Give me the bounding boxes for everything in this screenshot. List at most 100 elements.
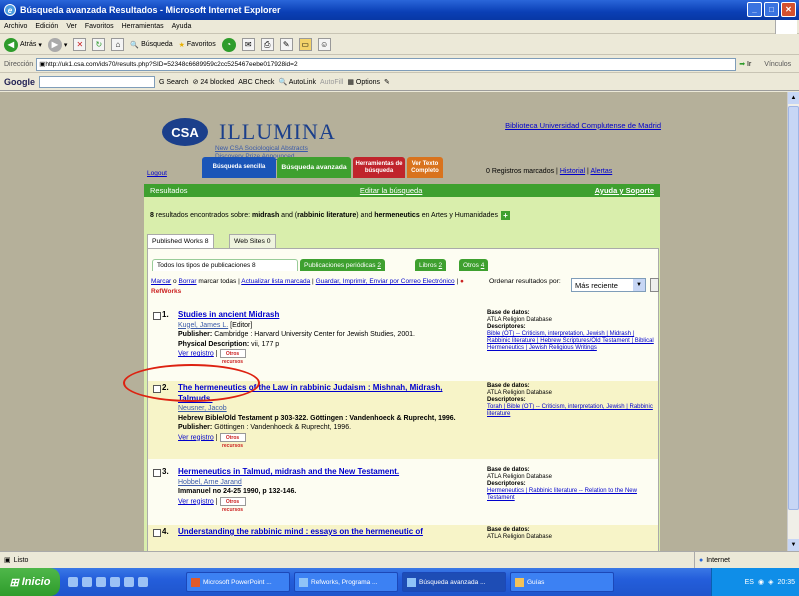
- tab-publicaciones-count[interactable]: 2: [377, 262, 381, 269]
- other-resources-button[interactable]: Otros recursos: [219, 349, 246, 365]
- pencil-icon[interactable]: ✎: [384, 78, 390, 86]
- tab-otros-count[interactable]: 4: [481, 262, 485, 269]
- history-icon[interactable]: ◔: [221, 37, 236, 52]
- history-link[interactable]: Historial: [560, 168, 585, 175]
- tab-ver-texto-completo[interactable]: Ver Texto Completo: [407, 157, 443, 178]
- plus-icon[interactable]: +: [500, 211, 510, 220]
- borrar-link[interactable]: Borrar: [178, 278, 196, 285]
- view-record-link[interactable]: Ver registro: [178, 434, 214, 441]
- messenger-icon[interactable]: ☺: [317, 38, 331, 51]
- popup-blocked-button[interactable]: ⊘ 24 blocked: [193, 78, 235, 86]
- links-label[interactable]: Vínculos: [764, 61, 791, 68]
- autolink-button[interactable]: 🔍 AutoLink: [278, 78, 316, 86]
- quick-launch-icon[interactable]: [68, 577, 78, 587]
- sort-go-button[interactable]: [650, 278, 659, 292]
- quick-launch-icon[interactable]: [110, 577, 120, 587]
- vertical-scrollbar[interactable]: ▲ ▼: [787, 92, 799, 551]
- record-author-link[interactable]: Neusner, Jacob: [178, 405, 227, 412]
- tray-icon[interactable]: ◈: [768, 578, 773, 586]
- maximize-button[interactable]: □: [764, 2, 779, 17]
- scroll-down-icon[interactable]: ▼: [788, 539, 799, 551]
- view-record-link[interactable]: Ver registro: [178, 498, 214, 505]
- quick-launch-icon[interactable]: [138, 577, 148, 587]
- logout-link[interactable]: Logout: [147, 170, 167, 177]
- refresh-icon[interactable]: ↻: [92, 38, 106, 51]
- other-resources-button[interactable]: Otros recursos: [219, 496, 246, 513]
- help-link[interactable]: Ayuda y Soporte: [595, 186, 654, 195]
- record-title-link[interactable]: The hermeneutics of the Law in rabbinic …: [178, 383, 443, 403]
- tab-busqueda-sencilla[interactable]: Búsqueda sencilla: [202, 157, 276, 178]
- language-indicator[interactable]: ES: [745, 579, 754, 586]
- tab-otros[interactable]: Otros 4: [459, 259, 489, 271]
- sort-select[interactable]: Más reciente ▼: [571, 278, 646, 292]
- forward-button[interactable]: ▶ ▾: [47, 37, 67, 52]
- taskbar-item-guias[interactable]: Guías: [510, 572, 614, 592]
- menu-herramientas[interactable]: Herramientas: [122, 23, 164, 30]
- quick-launch-icon[interactable]: [82, 577, 92, 587]
- spell-check-button[interactable]: ABC Check: [238, 79, 274, 86]
- descriptors-links[interactable]: Bible (OT) -- Criticism, interpretation,…: [487, 331, 654, 351]
- view-record-link[interactable]: Ver registro: [178, 350, 214, 357]
- quick-launch-icon[interactable]: [96, 577, 106, 587]
- taskbar-item-refworks[interactable]: Refworks, Programa ...: [294, 572, 398, 592]
- quick-launch-icon[interactable]: [124, 577, 134, 587]
- scroll-thumb[interactable]: [788, 106, 799, 510]
- descriptors-links[interactable]: Hermeneutics | Rabbinic literature -- Re…: [487, 488, 637, 501]
- taskbar-item-busqueda[interactable]: Búsqueda avanzada ...: [402, 572, 506, 592]
- edit-search-link[interactable]: Editar la búsqueda: [360, 186, 423, 195]
- record-checkbox[interactable]: [153, 469, 161, 477]
- actualizar-link[interactable]: Actualizar lista marcada: [241, 278, 310, 285]
- record-title-link[interactable]: Studies in ancient Midrash: [178, 310, 279, 319]
- record-title-link[interactable]: Understanding the rabbinic mind : essays…: [178, 527, 423, 536]
- record-author-link[interactable]: Hobbel, Arne Jarand: [178, 479, 242, 486]
- other-resources-button[interactable]: Otros recursos: [219, 432, 246, 449]
- start-button[interactable]: ⊞ Inicio: [0, 568, 60, 596]
- edit-icon[interactable]: ✎: [279, 38, 293, 51]
- guardar-link[interactable]: Guardar, Imprimir, Enviar por Correo Ele…: [316, 278, 455, 285]
- taskbar-item-powerpoint[interactable]: Microsoft PowerPoint ...: [186, 572, 290, 592]
- google-search-button[interactable]: G Search: [159, 79, 189, 86]
- autofill-button[interactable]: AutoFill: [320, 79, 343, 86]
- descriptors-links[interactable]: Torah | Bible (OT) -- Criticism, interpr…: [487, 404, 653, 417]
- tab-published-works[interactable]: Published Works 8: [147, 234, 214, 248]
- record-title-link[interactable]: Hermeneutics in Talmud, midrash and the …: [178, 467, 399, 476]
- library-link[interactable]: Biblioteca Universidad Complutense de Ma…: [505, 121, 661, 130]
- folder-icon[interactable]: ▭: [298, 38, 312, 51]
- google-search-input[interactable]: [39, 76, 155, 88]
- back-button[interactable]: ◀ Atrás ▾: [4, 37, 42, 52]
- record-checkbox[interactable]: [153, 385, 161, 393]
- alerts-link[interactable]: Alertas: [590, 168, 612, 175]
- go-button[interactable]: ➡ Ir: [739, 60, 751, 68]
- search-button[interactable]: 🔍 Búsqueda: [130, 41, 172, 49]
- menu-ver[interactable]: Ver: [66, 23, 77, 30]
- options-button[interactable]: ▦ Options: [347, 78, 380, 86]
- tab-busqueda-avanzada[interactable]: Búsqueda avanzada: [277, 157, 351, 178]
- tab-todos[interactable]: Todos los tipos de publicaciones 8: [152, 259, 298, 271]
- marcar-link[interactable]: Marcar: [151, 278, 171, 285]
- tab-libros-count[interactable]: 2: [439, 262, 443, 269]
- tab-web-sites[interactable]: Web Sites 0: [229, 234, 276, 248]
- scroll-up-icon[interactable]: ▲: [788, 92, 799, 104]
- tray-icon[interactable]: ◉: [758, 578, 764, 586]
- menu-archivo[interactable]: Archivo: [4, 23, 27, 30]
- menu-edicion[interactable]: Edición: [35, 23, 58, 30]
- record-checkbox[interactable]: [153, 312, 161, 320]
- minimize-button[interactable]: _: [747, 2, 762, 17]
- marcar-todas-link[interactable]: marcar todas: [198, 278, 236, 285]
- tab-publicaciones[interactable]: Publicaciones periódicas 2: [300, 259, 385, 271]
- print-icon[interactable]: ⎙: [260, 38, 274, 51]
- favorites-button[interactable]: ★ Favoritos: [179, 41, 216, 49]
- record-checkbox[interactable]: [153, 529, 161, 537]
- tab-herramientas[interactable]: Herramientas de búsqueda: [353, 157, 405, 178]
- tab-libros[interactable]: Libros 2: [415, 259, 447, 271]
- record-author-link[interactable]: Kugel, James L.: [178, 322, 228, 329]
- google-logo[interactable]: Google: [4, 77, 35, 87]
- close-button[interactable]: ✕: [781, 2, 796, 17]
- home-icon[interactable]: ⌂: [111, 38, 125, 51]
- menu-ayuda[interactable]: Ayuda: [172, 23, 192, 30]
- stop-icon[interactable]: ✕: [73, 38, 87, 51]
- task-label: Microsoft PowerPoint ...: [203, 578, 272, 586]
- mail-icon[interactable]: ✉: [241, 38, 255, 51]
- address-input[interactable]: ▣ http://uk1.csa.com/ids70/results.php?S…: [36, 57, 737, 71]
- menu-favoritos[interactable]: Favoritos: [85, 23, 114, 30]
